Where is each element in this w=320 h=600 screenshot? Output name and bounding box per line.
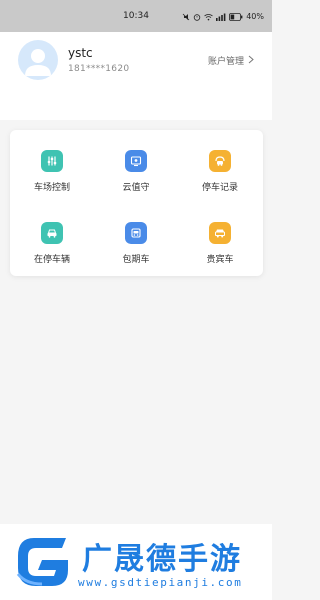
menu-item-label: 车场控制 [33,183,70,193]
account-management-button[interactable]: 账户管理 [208,54,254,67]
control-icon [41,150,63,172]
watermark-url: www.gsdtiepianji.com [78,576,243,589]
signal-icon [216,13,226,21]
vip-car-icon [209,222,231,244]
alarm-icon [193,13,201,21]
chevron-right-icon [248,55,254,67]
menu-item-parking-records[interactable]: 停车记录 [178,138,262,198]
battery-percent: 40% [246,12,264,21]
menu-item-label: 包期车 [122,255,150,265]
user-avatar-icon [25,49,51,76]
battery-icon [229,12,243,21]
account-management-label: 账户管理 [207,57,244,67]
menu-item-label: 停车记录 [201,183,238,193]
menu-item-label: 在停车辆 [33,255,70,265]
wifi-icon [204,13,213,21]
watermark-banner: 广晟德手游 www.gsdtiepianji.com [0,524,272,600]
cloud-watch-icon [125,150,147,172]
menu-item-parking-control[interactable]: 车场控制 [10,138,94,198]
mute-icon [182,13,190,21]
record-icon [209,150,231,172]
status-icons: 40% [182,12,264,21]
period-car-icon [125,222,147,244]
menu-item-label: 贵宾车 [206,255,234,265]
phone-number: 181****1620 [68,64,130,74]
menu-item-vip-cars[interactable]: 贵宾车 [178,210,262,270]
status-bar: 10:34 40% [0,0,272,32]
menu-item-cloud-watch[interactable]: 云值守 [94,138,178,198]
watermark-logo-icon [12,530,74,596]
menu-item-period-cars[interactable]: 包期车 [94,210,178,270]
menu-item-parked-vehicles[interactable]: 在停车辆 [10,210,94,270]
function-panel: 车场控制 云值守 停车记录 在停车辆 包期车 贵宾车 [10,130,263,276]
car-icon [41,222,63,244]
avatar[interactable] [18,40,58,80]
watermark-title: 广晟德手游 [82,542,242,577]
username: ystc [68,46,93,60]
menu-item-label: 云值守 [122,183,150,193]
